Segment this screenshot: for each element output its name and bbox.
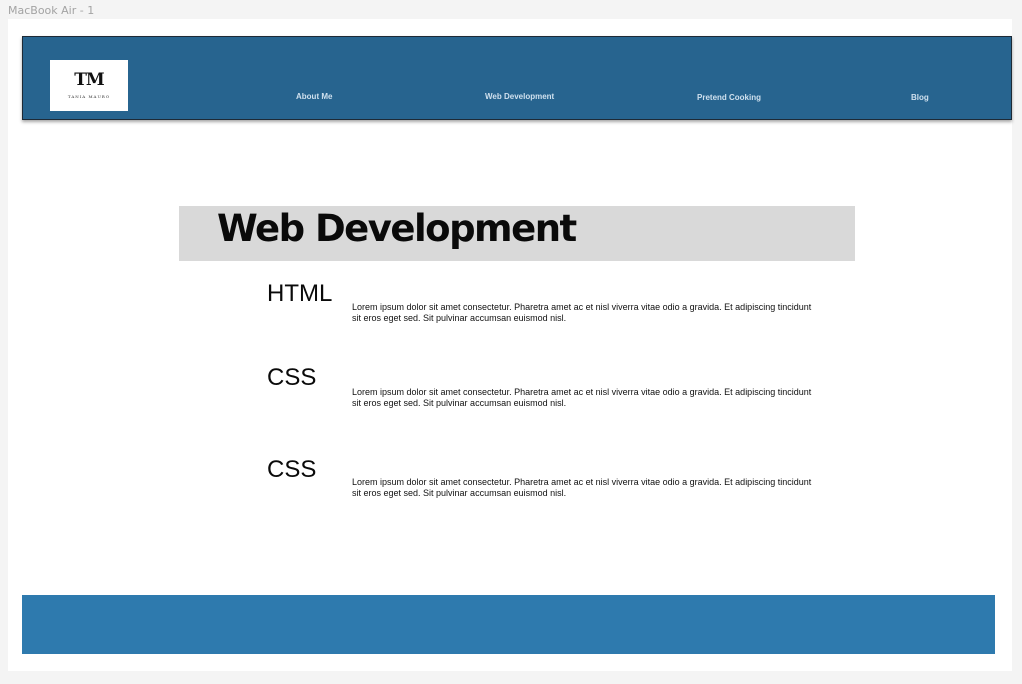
section-text-css: Lorem ipsum dolor sit amet consectetur. …	[352, 387, 812, 408]
artboard: TM TANIA MAURO About Me Web Development …	[8, 19, 1012, 671]
logo-monogram: TM	[74, 70, 104, 90]
section-text-html: Lorem ipsum dolor sit amet consectetur. …	[352, 302, 812, 323]
nav-link-about-me[interactable]: About Me	[296, 92, 332, 101]
nav-link-pretend-cooking[interactable]: Pretend Cooking	[697, 93, 761, 102]
logo-name: TANIA MAURO	[67, 94, 111, 99]
page-title-bar: Web Development	[179, 206, 855, 261]
section-heading-css: CSS	[267, 364, 317, 391]
logo[interactable]: TM TANIA MAURO	[50, 60, 128, 111]
footer	[22, 595, 995, 654]
navbar: TM TANIA MAURO About Me Web Development …	[22, 36, 1012, 120]
section-heading-html: HTML	[267, 280, 333, 307]
nav-link-web-development[interactable]: Web Development	[485, 92, 554, 101]
section-text-css-2: Lorem ipsum dolor sit amet consectetur. …	[352, 477, 812, 498]
nav-link-blog[interactable]: Blog	[911, 93, 929, 102]
artboard-label: MacBook Air - 1	[8, 4, 95, 17]
page-title: Web Development	[217, 207, 577, 250]
section-heading-css-2: CSS	[267, 456, 317, 483]
